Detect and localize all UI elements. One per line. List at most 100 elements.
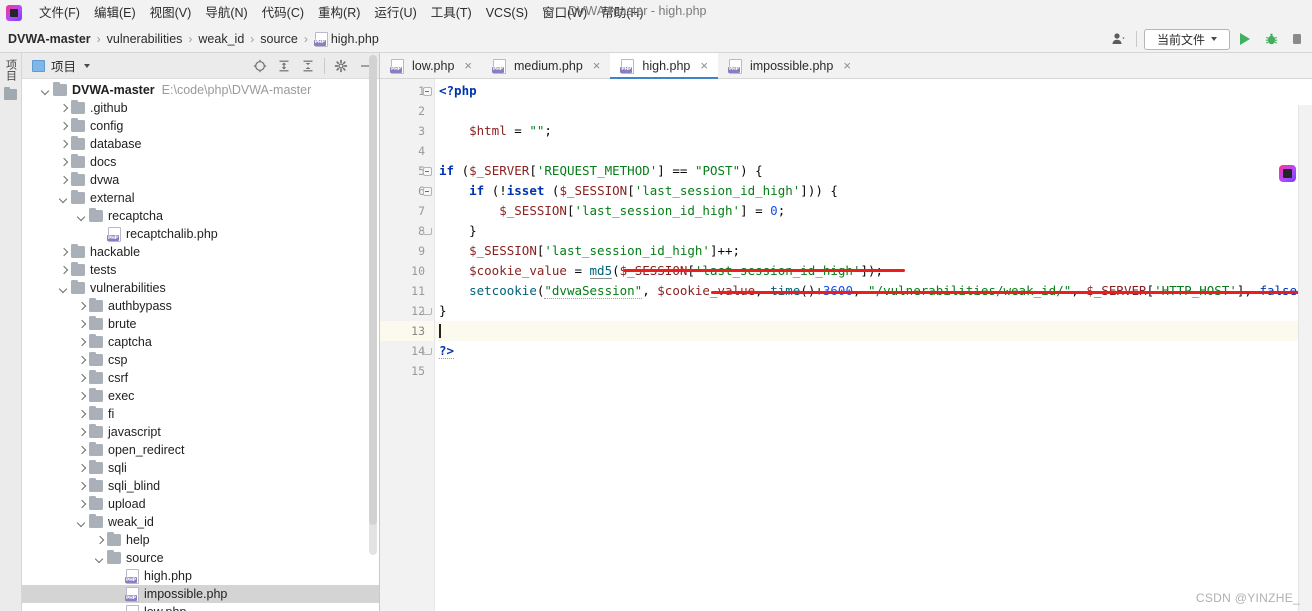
tree-folder-item[interactable]: open_redirect <box>22 441 379 459</box>
tree-folder-item[interactable]: brute <box>22 315 379 333</box>
collapse-all-icon[interactable] <box>297 55 319 77</box>
scrollbar-thumb[interactable] <box>369 55 377 525</box>
code-line[interactable]: } <box>435 221 1312 241</box>
tree-folder-item[interactable]: upload <box>22 495 379 513</box>
chevron-right-icon[interactable] <box>58 103 69 114</box>
tree-folder-item[interactable]: authbypass <box>22 297 379 315</box>
chevron-right-icon[interactable] <box>76 445 87 456</box>
chevron-right-icon[interactable] <box>58 121 69 132</box>
tree-folder-item[interactable]: help <box>22 531 379 549</box>
breadcrumb-item-4[interactable]: high.php <box>313 31 379 47</box>
menu-item-3[interactable]: 导航(N) <box>198 3 254 23</box>
menu-item-0[interactable]: 文件(F) <box>32 3 87 23</box>
chevron-down-icon[interactable] <box>94 553 105 564</box>
chevron-right-icon[interactable] <box>58 157 69 168</box>
chevron-right-icon[interactable] <box>58 265 69 276</box>
tree-folder-item[interactable]: tests <box>22 261 379 279</box>
code-editor[interactable]: <?php $html = ""; if ($_SERVER['REQUEST_… <box>435 79 1312 611</box>
code-line[interactable]: } <box>435 301 1312 321</box>
tree-folder-item[interactable]: vulnerabilities <box>22 279 379 297</box>
fold-end-icon[interactable] <box>422 227 432 236</box>
code-line[interactable]: if ($_SERVER['REQUEST_METHOD'] == "POST"… <box>435 161 1312 181</box>
settings-gear-icon[interactable] <box>330 55 352 77</box>
expand-all-icon[interactable] <box>273 55 295 77</box>
menu-item-8[interactable]: VCS(S) <box>479 3 535 23</box>
tree-folder-item[interactable]: database <box>22 135 379 153</box>
fold-marker-icon[interactable] <box>422 86 432 96</box>
code-line[interactable]: $_SESSION['last_session_id_high']++; <box>435 241 1312 261</box>
code-viewport[interactable]: 1 2 3 4 5 6 7 8 9 10 11 12 13 14 15 <?ph… <box>380 79 1312 611</box>
chevron-right-icon[interactable] <box>76 373 87 384</box>
debug-bug-icon[interactable] <box>1260 28 1282 50</box>
tree-file-item[interactable]: low.php <box>22 603 379 611</box>
breadcrumb-item-0[interactable]: DVWA-master <box>8 32 91 46</box>
close-icon[interactable]: × <box>698 59 710 72</box>
editor-tab-low-php[interactable]: low.php × <box>380 53 482 78</box>
fold-end-icon[interactable] <box>422 347 432 356</box>
close-icon[interactable]: × <box>591 59 603 72</box>
chevron-right-icon[interactable] <box>76 427 87 438</box>
chevron-right-icon[interactable] <box>76 355 87 366</box>
chevron-right-icon[interactable] <box>76 391 87 402</box>
breadcrumb-item-1[interactable]: vulnerabilities <box>107 32 183 46</box>
chevron-right-icon[interactable] <box>76 499 87 510</box>
code-line-active[interactable] <box>435 321 1312 341</box>
chevron-down-icon[interactable] <box>40 85 51 96</box>
menu-item-2[interactable]: 视图(V) <box>143 3 199 23</box>
code-line[interactable]: $_SESSION['last_session_id_high'] = 0; <box>435 201 1312 221</box>
more-actions-icon[interactable] <box>1286 28 1308 50</box>
chevron-right-icon[interactable] <box>76 481 87 492</box>
chevron-down-icon[interactable] <box>58 193 69 204</box>
tree-file-item[interactable]: impossible.php <box>22 585 379 603</box>
tree-folder-item[interactable]: csp <box>22 351 379 369</box>
run-play-icon[interactable] <box>1234 28 1256 50</box>
fold-end-icon[interactable] <box>422 307 432 316</box>
tree-folder-item[interactable]: source <box>22 549 379 567</box>
chevron-right-icon[interactable] <box>58 247 69 258</box>
chevron-down-icon[interactable] <box>76 517 87 528</box>
chevron-right-icon[interactable] <box>58 175 69 186</box>
tree-folder-item[interactable]: config <box>22 117 379 135</box>
code-line[interactable] <box>435 141 1312 161</box>
editor-tab-high-php[interactable]: high.php × <box>610 53 718 79</box>
breadcrumb-item-3[interactable]: source <box>260 32 298 46</box>
tree-folder-item[interactable]: weak_id <box>22 513 379 531</box>
project-file-tree[interactable]: DVWA-master E:\code\php\DVWA-master .githu… <box>22 79 379 611</box>
code-line[interactable]: <?php <box>435 81 1312 101</box>
project-tree-scrollbar[interactable] <box>369 55 377 555</box>
chevron-down-icon[interactable] <box>76 211 87 222</box>
tree-folder-item[interactable]: captcha <box>22 333 379 351</box>
editor-tab-medium-php[interactable]: medium.php × <box>482 53 610 78</box>
tree-folder-item[interactable]: recaptcha <box>22 207 379 225</box>
menu-item-1[interactable]: 编辑(E) <box>87 3 143 23</box>
code-folding-column[interactable] <box>420 81 434 381</box>
chevron-right-icon[interactable] <box>76 319 87 330</box>
fold-marker-icon[interactable] <box>422 166 432 176</box>
tree-folder-item[interactable]: fi <box>22 405 379 423</box>
tree-folder-item[interactable]: sqli_blind <box>22 477 379 495</box>
tree-folder-item[interactable]: sqli <box>22 459 379 477</box>
chevron-right-icon[interactable] <box>76 301 87 312</box>
fold-marker-icon[interactable] <box>422 186 432 196</box>
menu-item-4[interactable]: 代码(C) <box>255 3 311 23</box>
editor-marker-strip[interactable] <box>1298 105 1312 611</box>
run-configuration-selector[interactable]: 当前文件 <box>1144 28 1230 50</box>
menu-item-6[interactable]: 运行(U) <box>367 3 423 23</box>
menu-item-5[interactable]: 重构(R) <box>311 3 367 23</box>
tree-file-item[interactable]: recaptchalib.php <box>22 225 379 243</box>
tree-folder-item[interactable]: .github <box>22 99 379 117</box>
code-line[interactable] <box>435 361 1312 381</box>
user-account-icon[interactable] <box>1107 28 1129 50</box>
menu-item-7[interactable]: 工具(T) <box>424 3 479 23</box>
chevron-down-icon[interactable] <box>84 63 91 68</box>
close-icon[interactable]: × <box>462 59 474 72</box>
tree-folder-item[interactable]: exec <box>22 387 379 405</box>
tree-folder-item[interactable]: DVWA-master E:\code\php\DVWA-master <box>22 81 379 99</box>
chevron-right-icon[interactable] <box>76 337 87 348</box>
code-line[interactable] <box>435 101 1312 121</box>
tree-folder-item[interactable]: docs <box>22 153 379 171</box>
close-icon[interactable]: × <box>841 59 853 72</box>
tree-folder-item[interactable]: javascript <box>22 423 379 441</box>
code-line[interactable]: $html = ""; <box>435 121 1312 141</box>
chevron-right-icon[interactable] <box>94 535 105 546</box>
